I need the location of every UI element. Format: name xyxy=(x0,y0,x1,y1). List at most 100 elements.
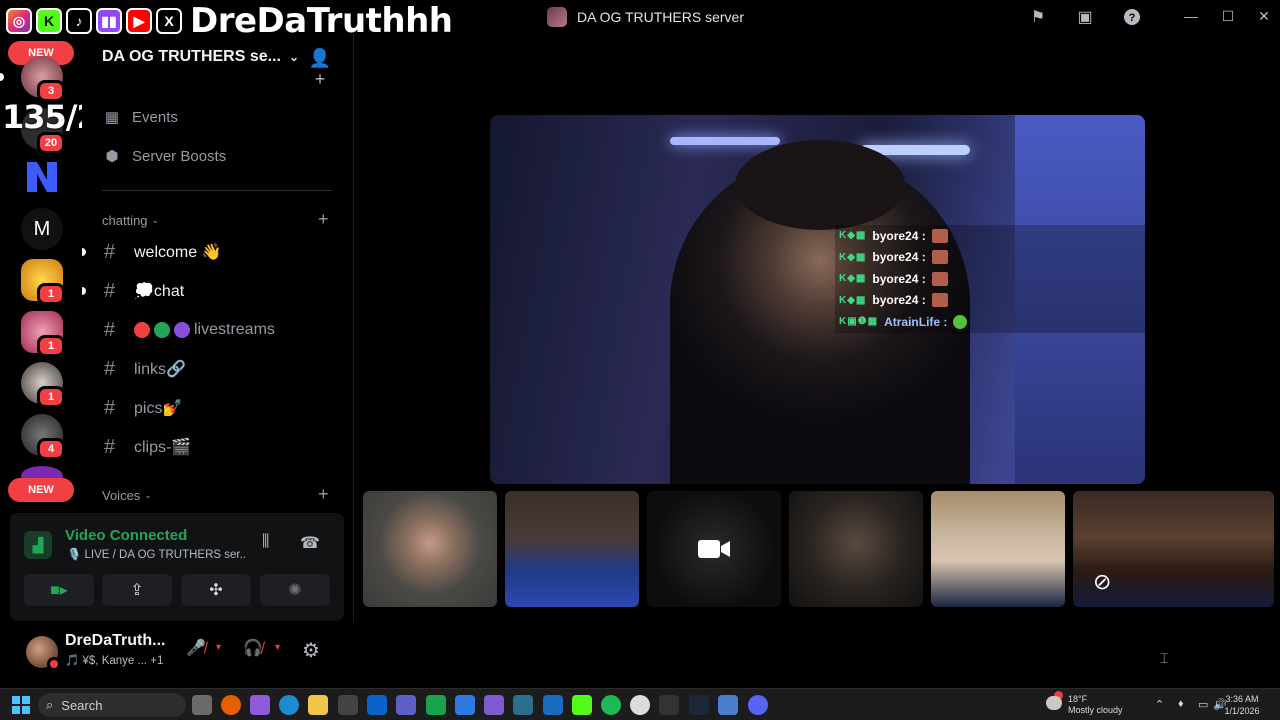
chat-username: byore24 : xyxy=(872,250,926,265)
channel-pics[interactable]: # pics💅 xyxy=(102,391,336,425)
camera-icon: ■▸ xyxy=(50,582,68,599)
app-icon[interactable] xyxy=(659,695,679,715)
category-chatting[interactable]: chatting ⌄ xyxy=(102,213,159,228)
app-icon[interactable] xyxy=(630,695,650,715)
audio-options-chevron-icon[interactable]: ▾ xyxy=(275,642,280,653)
copilot-icon[interactable] xyxy=(250,695,270,715)
x-icon: X xyxy=(156,8,182,34)
app-icon[interactable] xyxy=(718,695,738,715)
minimize-icon[interactable]: — xyxy=(1178,6,1204,26)
server-icon-6[interactable]: 1 xyxy=(21,311,65,357)
signal-icon[interactable]: ▟ xyxy=(24,531,52,559)
flag-icon[interactable]: ⚑ xyxy=(1028,7,1048,27)
new-unreads-pill-bottom[interactable]: NEW xyxy=(8,478,74,502)
channel-livestreams[interactable]: # livestreams xyxy=(102,313,336,347)
teams-icon[interactable] xyxy=(396,695,416,715)
app-icon[interactable] xyxy=(455,695,475,715)
mention-badge: 1 xyxy=(37,335,65,357)
spotify-icon[interactable] xyxy=(601,695,621,715)
video-stage-area: K◆▦ byore24 : K◆▦ byore24 : K◆▦ byore24 : K… xyxy=(355,34,1280,688)
channel-label: pics💅 xyxy=(134,400,183,417)
server-icon-squad[interactable]: 4 xyxy=(21,414,65,460)
voice-channel-name[interactable]: 🎙️ LIVE / DA OG TRUTHERS ser... xyxy=(67,547,247,561)
pointer-cursor-icon: ⌶ xyxy=(1160,650,1169,666)
mute-mic-icon[interactable]: 🎤̸ xyxy=(186,638,206,658)
tiktok-icon: ♪ xyxy=(66,8,92,34)
disconnect-icon[interactable]: ☎ xyxy=(300,533,320,553)
noise-suppression-icon[interactable]: ⫼ xyxy=(262,533,269,551)
photos-icon[interactable] xyxy=(543,695,563,715)
store-icon[interactable] xyxy=(338,695,358,715)
help-icon[interactable]: ? xyxy=(1122,7,1142,27)
user-activity: 🎵 ¥$, Kanye ... +1 xyxy=(65,653,163,667)
participant-tile-4[interactable] xyxy=(789,491,923,607)
deafen-icon[interactable]: 🎧̸ xyxy=(243,638,263,658)
channel-welcome[interactable]: # welcome 👋 xyxy=(102,235,336,269)
channel-chat[interactable]: # 💭chat xyxy=(102,274,336,308)
app-icon[interactable] xyxy=(484,695,504,715)
main-video-feed[interactable]: K◆▦ byore24 : K◆▦ byore24 : K◆▦ byore24 : K… xyxy=(490,115,1145,484)
close-icon[interactable]: ✕ xyxy=(1251,6,1277,26)
server-icon-7[interactable]: 1 xyxy=(21,362,65,408)
maximize-icon[interactable]: ☐ xyxy=(1215,6,1241,26)
divider xyxy=(102,190,332,191)
participant-tile-3[interactable] xyxy=(647,491,781,607)
channel-label: links🔗 xyxy=(134,361,186,378)
discord-icon[interactable] xyxy=(748,695,768,715)
hash-icon: # xyxy=(104,318,116,341)
purple-circle-icon xyxy=(174,321,190,338)
windows-start-icon[interactable] xyxy=(12,696,30,714)
hash-icon: # xyxy=(104,279,116,302)
invite-people-icon[interactable]: 👤+ xyxy=(308,48,332,89)
participant-tile-1[interactable] xyxy=(363,491,497,607)
participant-tile-5[interactable] xyxy=(931,491,1065,607)
edge-icon[interactable] xyxy=(279,695,299,715)
network-icon[interactable]: ▭ xyxy=(1198,698,1208,711)
server-header[interactable]: DA OG TRUTHERS se... ⌄ xyxy=(102,48,299,66)
participant-strip: ⊘ xyxy=(362,491,1274,607)
emote-icon xyxy=(931,271,948,286)
server-icon-n[interactable] xyxy=(21,156,63,198)
camera-button[interactable]: ■▸ xyxy=(24,574,94,606)
username[interactable]: DreDaTruth... xyxy=(65,632,165,650)
channel-clips[interactable]: # clips-🎬 xyxy=(102,430,336,464)
clock[interactable]: 3:36 AM 1/1/2026 xyxy=(1222,693,1262,717)
firefox-icon[interactable] xyxy=(221,695,241,715)
category-voices[interactable]: Voices ⌄ xyxy=(102,488,152,503)
chat-message: K◆▦ byore24 : xyxy=(835,289,1145,311)
create-channel-plus-icon[interactable]: + xyxy=(318,209,329,230)
server-icon-5[interactable]: 1 xyxy=(21,259,65,305)
mic-options-chevron-icon[interactable]: ▾ xyxy=(216,642,221,653)
server-icon-m[interactable]: M xyxy=(21,208,63,250)
inbox-icon[interactable]: ▣ xyxy=(1075,7,1095,27)
server-boosts-item[interactable]: ⬢ Server Boosts xyxy=(102,147,226,166)
hash-icon: # xyxy=(104,240,116,263)
tray-chevron-icon[interactable]: ⌃ xyxy=(1155,698,1164,711)
steam-icon[interactable] xyxy=(689,695,709,715)
participant-tile-2[interactable] xyxy=(505,491,639,607)
create-voice-channel-plus-icon[interactable]: + xyxy=(318,484,329,505)
voice-status[interactable]: Video Connected xyxy=(65,527,187,544)
chat-message: K◆▦ byore24 : xyxy=(835,268,1145,290)
task-view-icon[interactable] xyxy=(192,695,212,715)
gamepass-icon[interactable] xyxy=(426,695,446,715)
soundboard-button[interactable]: ✺ xyxy=(260,574,330,606)
server-icon-1[interactable]: 3 xyxy=(0,56,65,102)
youtube-icon: ▶ xyxy=(126,8,152,34)
participant-tile-6[interactable]: ⊘ xyxy=(1073,491,1274,607)
avatar[interactable] xyxy=(26,636,61,671)
cloud-icon xyxy=(1046,696,1062,710)
activities-button[interactable]: ✣ xyxy=(181,574,251,606)
clock-time: 3:36 AM xyxy=(1225,694,1259,704)
kick-icon[interactable] xyxy=(572,695,592,715)
video-camera-icon xyxy=(647,491,781,607)
outlook-icon[interactable] xyxy=(367,695,387,715)
channel-links[interactable]: # links🔗 xyxy=(102,352,336,386)
app-icon[interactable] xyxy=(513,695,533,715)
screen-share-button[interactable]: ⇪ xyxy=(102,574,172,606)
tray-app-icon[interactable]: ♦ xyxy=(1178,698,1184,710)
file-explorer-icon[interactable] xyxy=(308,695,328,715)
taskbar-search[interactable]: ⌕ Search xyxy=(38,693,186,717)
gear-icon[interactable]: ⚙ xyxy=(302,638,320,663)
events-item[interactable]: ▦ Events xyxy=(102,108,178,127)
